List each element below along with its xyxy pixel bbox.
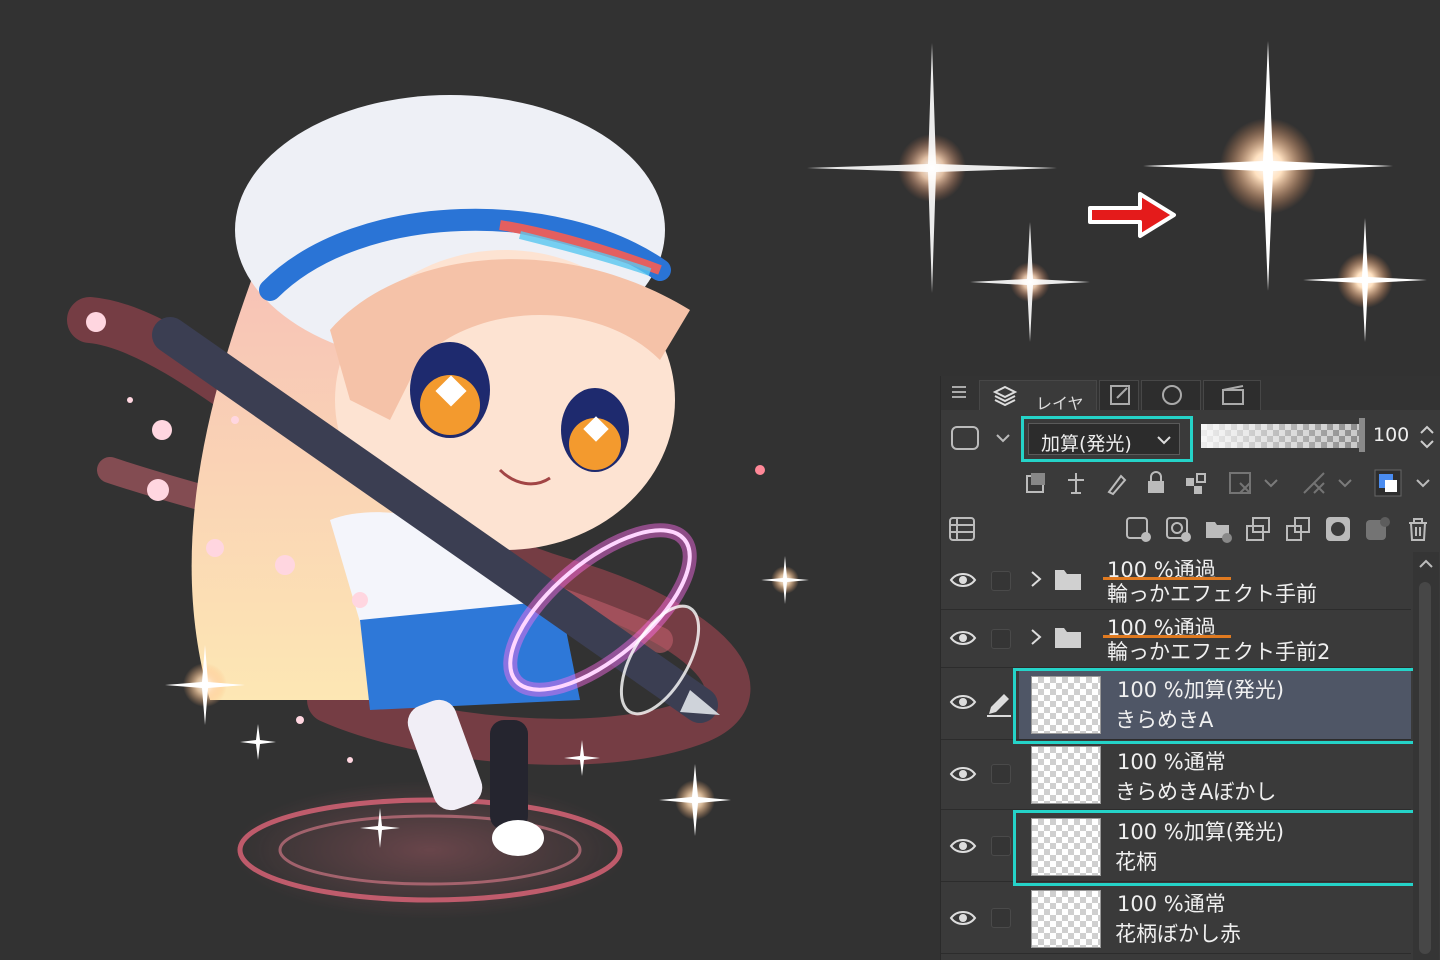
panel-tab-bar: レイヤー: [941, 376, 1440, 437]
trash-icon[interactable]: [1403, 514, 1433, 544]
canvas-artwork: [67, 95, 809, 920]
layer-body[interactable]: 100 %通過 輪っかエフェクト手前: [1019, 552, 1411, 609]
draft-layer-icon[interactable]: [1103, 470, 1129, 496]
combine-with-layer-below-icon[interactable]: [1283, 514, 1313, 544]
chevron-down-icon: [1153, 428, 1175, 452]
layer-color-icon[interactable]: [1373, 468, 1403, 498]
panel-menu-icon[interactable]: [949, 382, 969, 402]
layer-row[interactable]: 100 %加算(発光) 花柄: [941, 810, 1411, 882]
tab-edit[interactable]: [1099, 380, 1139, 410]
layer-mode-label: 100 %通常: [1117, 892, 1226, 916]
new-vector-layer-icon[interactable]: [1163, 514, 1193, 544]
new-raster-layer-icon[interactable]: [1123, 514, 1153, 544]
edit-target-checkbox[interactable]: [991, 764, 1011, 784]
layer-mode-label: 100 %加算(発光): [1117, 820, 1285, 844]
layer-name-label: 輪っかエフェクト手前2: [1107, 640, 1331, 664]
lock-transparent-icon[interactable]: [1183, 470, 1209, 496]
chevron-right-icon[interactable]: [1029, 568, 1043, 590]
edit-icon: [1107, 382, 1133, 408]
layer-list: 100 %通過 輪っかエフェクト手前 100 %通過 輪っかエフェクト手前2 1…: [941, 552, 1411, 960]
layer-row[interactable]: 100 %通過 輪っかエフェクト手前: [941, 552, 1411, 610]
layer-panel: レイヤー 加算(発光): [940, 376, 1440, 960]
layer-body[interactable]: 100 %加算(発光) きらめきA: [1019, 668, 1411, 739]
layer-mask-icon[interactable]: [1227, 470, 1253, 496]
layer-thumbnail: [1031, 890, 1101, 948]
layer-row[interactable]: 100 %通常 きらめきAぼかし: [941, 740, 1411, 810]
clip-to-layer-below-icon[interactable]: [1023, 470, 1049, 496]
transfer-to-layer-below-icon[interactable]: [1243, 514, 1273, 544]
eye-icon[interactable]: [949, 764, 977, 784]
layer-thumbnail: [1031, 676, 1101, 734]
eye-icon[interactable]: [949, 692, 977, 712]
reference-layer-icon[interactable]: [1063, 470, 1089, 496]
layer-name-label: きらめきA: [1115, 708, 1214, 732]
layer-color-toggle[interactable]: [949, 424, 985, 452]
edit-target-checkbox[interactable]: [991, 836, 1011, 856]
layer-mode-label: 100 %加算(発光): [1117, 678, 1285, 702]
layer-name-label: きらめきAぼかし: [1115, 780, 1277, 804]
layer-row[interactable]: 100 %通常 花柄ぼかし赤: [941, 882, 1411, 954]
folder-icon: [1053, 566, 1083, 592]
layer-body[interactable]: 100 %加算(発光) 花柄: [1019, 810, 1411, 881]
new-folder-icon[interactable]: [1203, 514, 1233, 544]
folder-icon: [1053, 624, 1083, 650]
chevron-down-icon[interactable]: [1335, 470, 1355, 496]
layer-row-selected[interactable]: 100 %加算(発光) きらめきA: [941, 668, 1411, 740]
sparkle-before-small: [970, 222, 1090, 342]
tab-layer[interactable]: レイヤー: [979, 380, 1097, 437]
chevron-down-icon[interactable]: [993, 426, 1013, 450]
eye-icon[interactable]: [949, 628, 977, 648]
property-panel-icon[interactable]: [947, 514, 977, 544]
layer-thumbnail: [1031, 818, 1101, 876]
create-mask-icon[interactable]: [1323, 514, 1353, 544]
layer-body[interactable]: 100 %通過 輪っかエフェクト手前2: [1019, 610, 1411, 667]
navigator-icon: [1159, 382, 1185, 408]
opacity-slider-handle[interactable]: [1359, 418, 1365, 452]
layers-icon: [992, 383, 1018, 409]
chevron-right-icon[interactable]: [1029, 626, 1043, 648]
opacity-stepper-icon[interactable]: [1417, 422, 1437, 452]
layer-thumbnail: [1031, 746, 1101, 804]
layer-body[interactable]: 100 %通常 花柄ぼかし赤: [1019, 882, 1411, 953]
sparkle-before-large: [807, 43, 1057, 293]
pen-icon[interactable]: [985, 690, 1013, 718]
layer-name-label: 輪っかエフェクト手前: [1107, 582, 1317, 606]
eye-icon[interactable]: [949, 570, 977, 590]
layer-body[interactable]: 100 %通常 きらめきAぼかし: [1019, 740, 1411, 809]
tab-timeline[interactable]: [1203, 380, 1261, 410]
layer-name-label: 花柄: [1115, 850, 1157, 874]
chevron-down-icon[interactable]: [1261, 470, 1281, 496]
tab-navigator[interactable]: [1141, 380, 1201, 410]
timeline-icon: [1220, 382, 1246, 408]
opacity-slider[interactable]: [1201, 424, 1361, 448]
layer-list-scrollbar[interactable]: [1413, 552, 1439, 960]
chevron-up-icon[interactable]: [1416, 554, 1436, 574]
eye-icon[interactable]: [949, 836, 977, 856]
layer-mode-label: 100 %通常: [1117, 750, 1226, 774]
edit-target-checkbox[interactable]: [991, 908, 1011, 928]
red-arrow-icon: [1088, 192, 1176, 238]
layer-name-label: 花柄ぼかし赤: [1115, 922, 1241, 946]
blend-mode-select[interactable]: 加算(発光): [1021, 416, 1193, 462]
blend-mode-field: 加算(発光): [1028, 423, 1180, 455]
ruler-icon[interactable]: [1301, 470, 1327, 496]
apply-mask-icon[interactable]: [1363, 514, 1393, 544]
eye-icon[interactable]: [949, 908, 977, 928]
chevron-down-icon[interactable]: [1413, 470, 1433, 496]
opacity-value: 100: [1373, 424, 1410, 446]
edit-target-checkbox[interactable]: [991, 571, 1011, 591]
layer-row[interactable]: 100 %通過 輪っかエフェクト手前2: [941, 610, 1411, 668]
sparkle-after-large: [1143, 41, 1393, 291]
sparkle-after-small: [1303, 218, 1427, 342]
scrollbar-thumb[interactable]: [1419, 582, 1431, 954]
blend-mode-value: 加算(発光): [1041, 433, 1132, 455]
edit-target-checkbox[interactable]: [991, 629, 1011, 649]
lock-icon[interactable]: [1143, 470, 1169, 496]
